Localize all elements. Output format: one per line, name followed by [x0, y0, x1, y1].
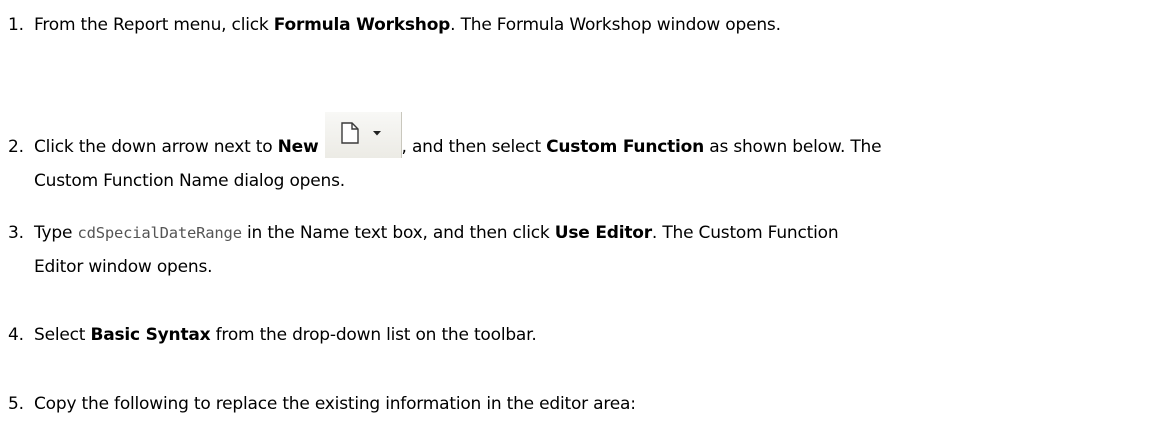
step-text: , and then select [401, 137, 547, 157]
step-2: 2. Click the down arrow next to New , and … [8, 112, 1148, 198]
step-number: 2. [8, 137, 24, 157]
step-number: 4. [8, 325, 24, 345]
step-text: . The Custom Function [651, 223, 839, 243]
menu-item-custom-function: Custom Function [546, 137, 705, 157]
step-text: as shown below. The [704, 137, 882, 157]
new-document-icon [340, 122, 359, 144]
step-text: Type [34, 223, 78, 243]
function-name-code: cdSpecialDateRange [77, 224, 242, 242]
new-button-label: New [277, 137, 319, 157]
step-text-continued: Editor window opens. [34, 257, 213, 277]
step-3: 3. Type cdSpecialDateRange in the Name te… [8, 216, 1148, 284]
step-1: 1. From the Report menu, click Formula Wo… [8, 8, 1148, 42]
step-text: from the drop-down list on the toolbar. [210, 325, 537, 345]
step-text-continued: Custom Function Name dialog opens. [34, 171, 345, 191]
menu-item-formula-workshop: Formula Workshop [273, 15, 451, 35]
step-text: Select [34, 325, 91, 345]
dropdown-arrow-icon[interactable] [372, 131, 381, 136]
step-text: From the Report menu, click [34, 15, 274, 35]
step-number: 3. [8, 223, 24, 243]
step-text: . The Formula Workshop window opens. [450, 15, 781, 35]
step-4: 4. Select Basic Syntax from the drop-down… [8, 318, 1148, 352]
step-text: Click the down arrow next to [34, 137, 278, 157]
step-number: 5. [8, 394, 24, 414]
basic-syntax-option: Basic Syntax [90, 325, 211, 345]
step-5: 5. Copy the following to replace the exis… [8, 387, 1148, 421]
new-toolbar-button[interactable] [324, 112, 402, 158]
step-text: in the Name text box, and then click [241, 223, 555, 243]
step-number: 1. [8, 15, 24, 35]
use-editor-button-label: Use Editor [554, 223, 652, 243]
step-text: Copy the following to replace the existi… [34, 394, 636, 414]
